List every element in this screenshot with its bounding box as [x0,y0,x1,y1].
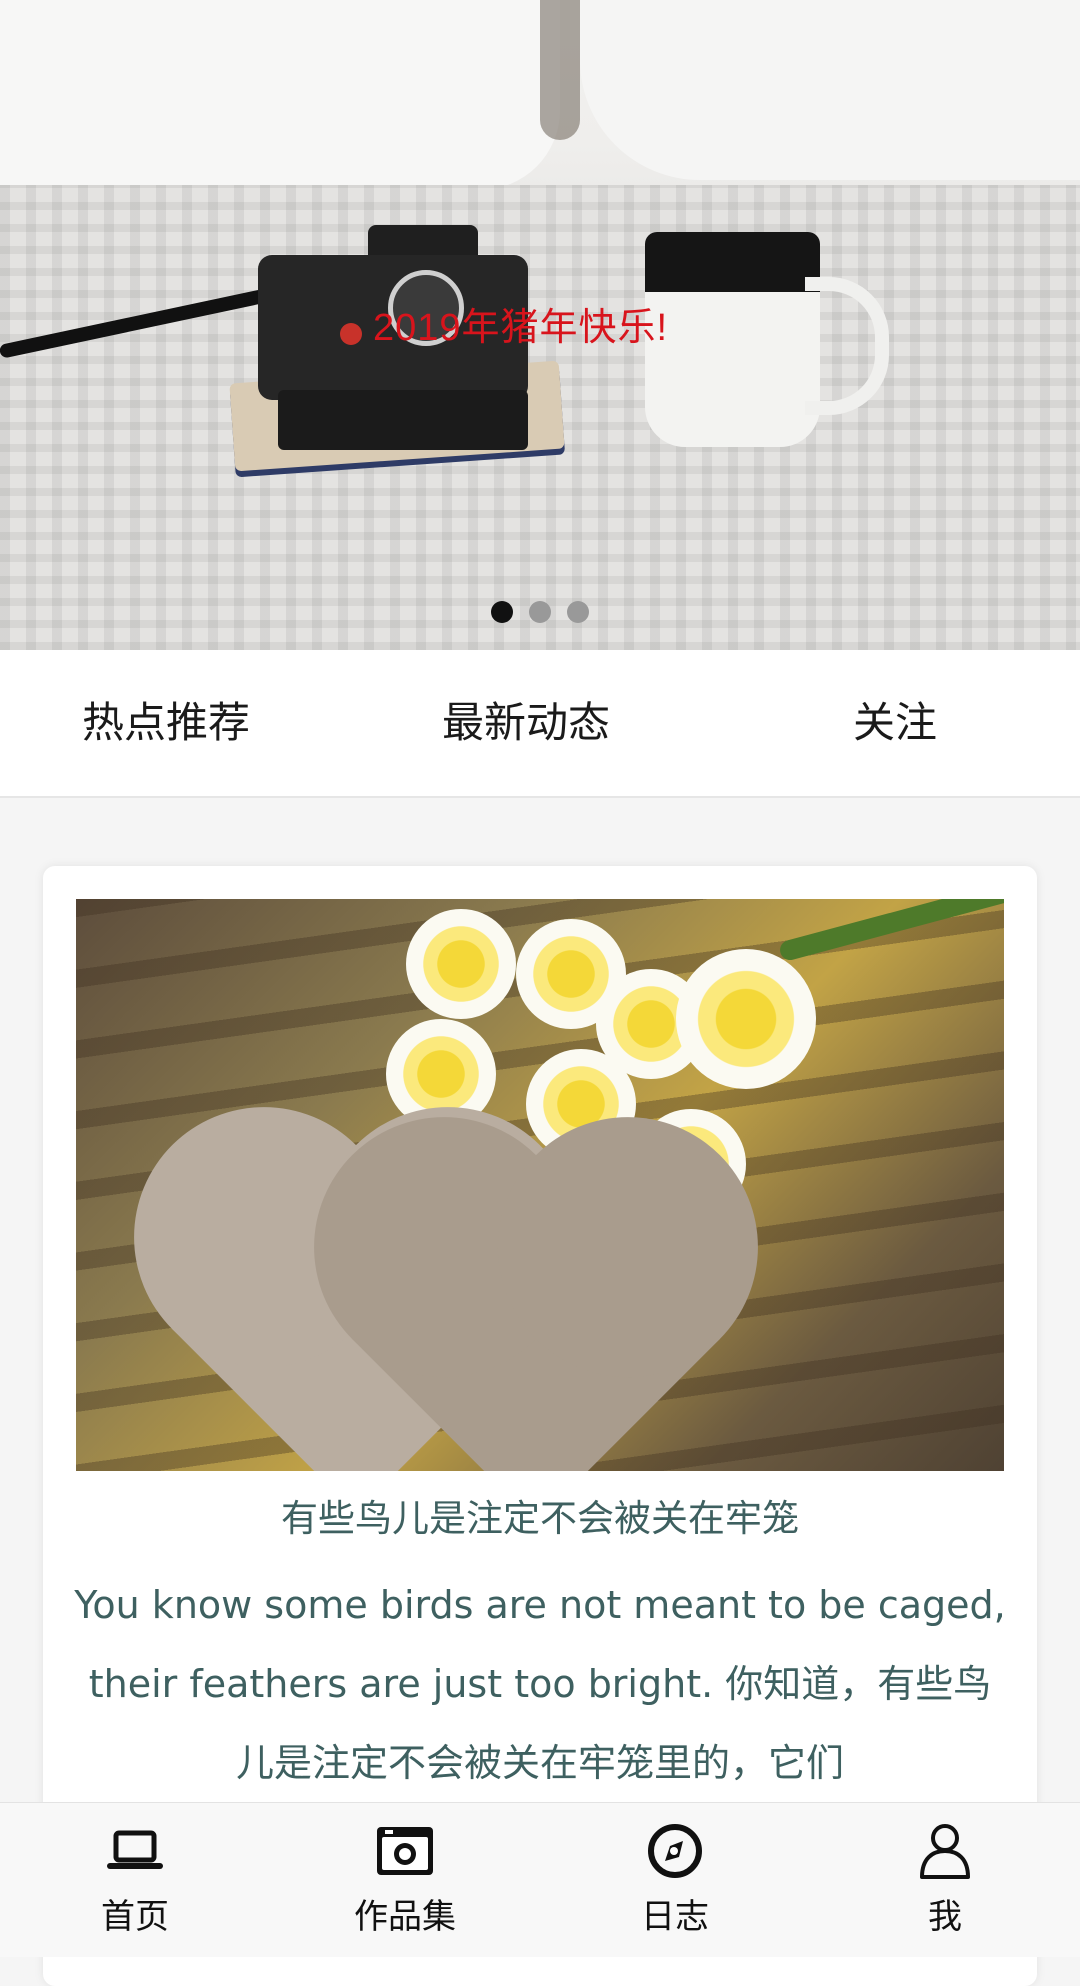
nav-portfolio-label: 作品集 [354,1897,456,1937]
nav-journal-label: 日志 [641,1897,709,1937]
banner-photo-pillow [0,0,560,190]
nav-journal[interactable]: 日志 [540,1803,810,1957]
photo-flower [676,949,816,1089]
carousel-indicators [0,601,1080,623]
tab-latest-news[interactable]: 最新动态 [442,650,610,796]
nav-me-label: 我 [928,1897,962,1937]
photo-flower [406,909,516,1019]
tab-following[interactable]: 关注 [853,650,937,796]
banner-photo-shadow [540,0,580,140]
laptop-icon [107,1830,163,1869]
nav-home[interactable]: 首页 [0,1803,270,1957]
compass-icon [648,1824,702,1878]
camera-icon [377,1827,433,1875]
bottom-navigation: 首页 作品集 日志 我 [0,1802,1080,1957]
nav-me[interactable]: 我 [810,1803,1080,1957]
user-icon [920,1824,970,1879]
carousel-dot-1[interactable] [491,601,513,623]
tab-hot-recommend[interactable]: 热点推荐 [82,650,250,796]
photo-stems [777,899,1004,963]
carousel-dot-2[interactable] [529,601,551,623]
category-tabs: 热点推荐 最新动态 关注 [0,650,1080,798]
nav-home-label: 首页 [101,1897,169,1937]
nav-portfolio[interactable]: 作品集 [270,1803,540,1957]
banner-photo-mug [645,232,889,447]
banner-photo-pillow [580,0,1080,180]
banner-caption: 2019年猪年快乐! [373,307,669,349]
post-title: 有些鸟儿是注定不会被关在牢笼 [281,1497,799,1540]
carousel-dot-3[interactable] [567,601,589,623]
post-image [76,899,1004,1471]
banner-carousel[interactable]: 2019年猪年快乐! [0,0,1080,650]
post-excerpt: You know some birds are not meant to be … [74,1583,1006,1785]
